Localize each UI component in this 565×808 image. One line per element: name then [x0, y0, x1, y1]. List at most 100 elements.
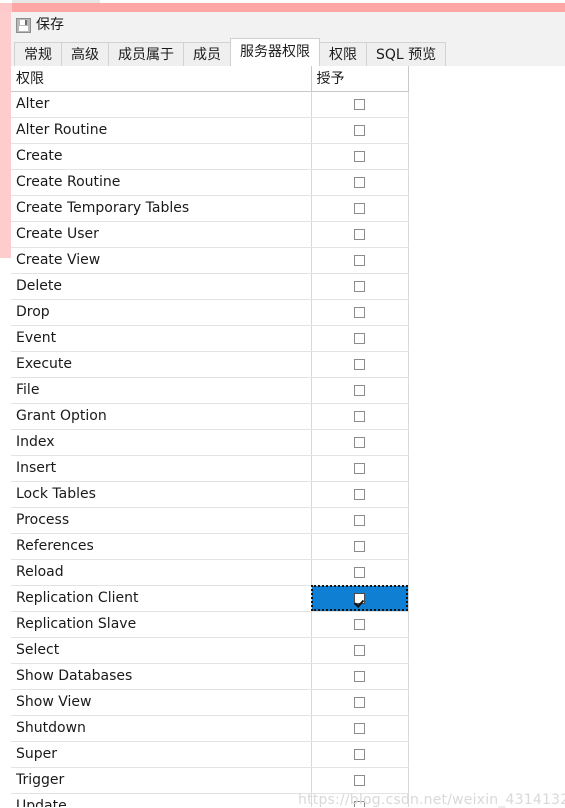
grant-checkbox-cell[interactable]: [311, 585, 409, 612]
table-row[interactable]: Show Databases: [11, 663, 409, 690]
privilege-name-cell[interactable]: Select: [11, 637, 312, 664]
table-row[interactable]: Alter: [11, 91, 409, 118]
table-row[interactable]: Execute: [11, 351, 409, 378]
checkbox-unchecked-icon[interactable]: [354, 98, 365, 110]
tab-2[interactable]: 成员属于: [108, 42, 184, 66]
privilege-name-cell[interactable]: Grant Option: [11, 403, 312, 430]
privilege-name-cell[interactable]: Create Temporary Tables: [11, 195, 312, 222]
checkbox-unchecked-icon[interactable]: [354, 228, 365, 240]
tab-5[interactable]: 权限: [319, 42, 367, 66]
table-row[interactable]: Replication Client: [11, 585, 409, 612]
grant-checkbox-cell[interactable]: [311, 403, 409, 430]
column-header-privilege[interactable]: 权限: [11, 66, 312, 92]
checkbox-unchecked-icon[interactable]: [354, 332, 365, 344]
privilege-name-cell[interactable]: Trigger: [11, 767, 312, 794]
grant-checkbox-cell[interactable]: [311, 117, 409, 144]
checkbox-unchecked-icon[interactable]: [354, 618, 365, 630]
grant-checkbox-cell[interactable]: [311, 143, 409, 170]
checkbox-unchecked-icon[interactable]: [354, 514, 365, 526]
tab-1[interactable]: 高级: [61, 42, 109, 66]
privilege-name-cell[interactable]: Reload: [11, 559, 312, 586]
privilege-name-cell[interactable]: Create Routine: [11, 169, 312, 196]
grant-checkbox-cell[interactable]: [311, 299, 409, 326]
table-row[interactable]: Index: [11, 429, 409, 456]
grant-checkbox-cell[interactable]: [311, 507, 409, 534]
tab-0[interactable]: 常规: [14, 42, 62, 66]
checkbox-unchecked-icon[interactable]: [354, 566, 365, 578]
grant-checkbox-cell[interactable]: [311, 663, 409, 690]
grant-checkbox-cell[interactable]: [311, 533, 409, 560]
checkbox-unchecked-icon[interactable]: [354, 280, 365, 292]
table-row[interactable]: Update: [11, 793, 409, 807]
table-row[interactable]: File: [11, 377, 409, 404]
checkbox-unchecked-icon[interactable]: [354, 670, 365, 682]
table-row[interactable]: Insert: [11, 455, 409, 482]
grant-checkbox-cell[interactable]: [311, 455, 409, 482]
checkbox-unchecked-icon[interactable]: [354, 488, 365, 500]
privilege-name-cell[interactable]: Create: [11, 143, 312, 170]
privilege-name-cell[interactable]: Replication Slave: [11, 611, 312, 638]
table-row[interactable]: Create Routine: [11, 169, 409, 196]
table-row[interactable]: Reload: [11, 559, 409, 586]
tab-6[interactable]: SQL 预览: [366, 42, 447, 66]
privilege-name-cell[interactable]: References: [11, 533, 312, 560]
table-row[interactable]: Grant Option: [11, 403, 409, 430]
checkbox-unchecked-icon[interactable]: [354, 306, 365, 318]
privilege-name-cell[interactable]: File: [11, 377, 312, 404]
grant-checkbox-cell[interactable]: [311, 741, 409, 768]
column-header-grant[interactable]: 授予: [311, 66, 409, 92]
privilege-name-cell[interactable]: Replication Client: [11, 585, 312, 612]
grant-checkbox-cell[interactable]: [311, 91, 409, 118]
privilege-name-cell[interactable]: Process: [11, 507, 312, 534]
checkbox-unchecked-icon[interactable]: [354, 410, 365, 422]
save-button[interactable]: 保存: [13, 16, 70, 34]
privilege-name-cell[interactable]: Update: [11, 793, 312, 807]
checkbox-checked-icon[interactable]: [354, 644, 365, 656]
checkbox-unchecked-icon[interactable]: [354, 202, 365, 214]
checkbox-unchecked-icon[interactable]: [354, 696, 365, 708]
privilege-name-cell[interactable]: Alter Routine: [11, 117, 312, 144]
grant-checkbox-cell[interactable]: [311, 169, 409, 196]
grant-checkbox-cell[interactable]: [311, 793, 409, 807]
table-row[interactable]: Replication Slave: [11, 611, 409, 638]
checkbox-unchecked-icon[interactable]: [354, 176, 365, 188]
grant-checkbox-cell[interactable]: [311, 715, 409, 742]
grant-checkbox-cell[interactable]: [311, 221, 409, 248]
privilege-name-cell[interactable]: Drop: [11, 299, 312, 326]
table-row[interactable]: References: [11, 533, 409, 560]
privilege-name-cell[interactable]: Lock Tables: [11, 481, 312, 508]
checkbox-unchecked-icon[interactable]: [354, 748, 365, 760]
table-row[interactable]: Lock Tables: [11, 481, 409, 508]
privilege-name-cell[interactable]: Alter: [11, 91, 312, 118]
tab-3[interactable]: 成员: [183, 42, 231, 66]
privilege-name-cell[interactable]: Shutdown: [11, 715, 312, 742]
grant-checkbox-cell[interactable]: [311, 429, 409, 456]
checkbox-unchecked-icon[interactable]: [354, 384, 365, 396]
table-row[interactable]: Process: [11, 507, 409, 534]
tab-4[interactable]: 服务器权限: [230, 38, 320, 66]
table-row[interactable]: Create View: [11, 247, 409, 274]
table-row[interactable]: Create User: [11, 221, 409, 248]
checkbox-unchecked-icon[interactable]: [354, 592, 365, 604]
table-row[interactable]: Create: [11, 143, 409, 170]
grant-checkbox-cell[interactable]: [311, 481, 409, 508]
privilege-name-cell[interactable]: Insert: [11, 455, 312, 482]
grant-checkbox-cell[interactable]: [311, 351, 409, 378]
privilege-name-cell[interactable]: Create User: [11, 221, 312, 248]
grant-checkbox-cell[interactable]: [311, 377, 409, 404]
table-row[interactable]: Super: [11, 741, 409, 768]
privilege-name-cell[interactable]: Show Databases: [11, 663, 312, 690]
table-row[interactable]: Event: [11, 325, 409, 352]
grant-checkbox-cell[interactable]: [311, 195, 409, 222]
checkbox-unchecked-icon[interactable]: [354, 150, 365, 162]
checkbox-unchecked-icon[interactable]: [354, 722, 365, 734]
grant-checkbox-cell[interactable]: [311, 325, 409, 352]
grant-checkbox-cell[interactable]: [311, 247, 409, 274]
table-row[interactable]: Select: [11, 637, 409, 664]
checkbox-unchecked-icon[interactable]: [354, 436, 365, 448]
table-row[interactable]: Alter Routine: [11, 117, 409, 144]
checkbox-unchecked-icon[interactable]: [354, 254, 365, 266]
grant-checkbox-cell[interactable]: [311, 559, 409, 586]
grant-checkbox-cell[interactable]: [311, 611, 409, 638]
privilege-name-cell[interactable]: Event: [11, 325, 312, 352]
